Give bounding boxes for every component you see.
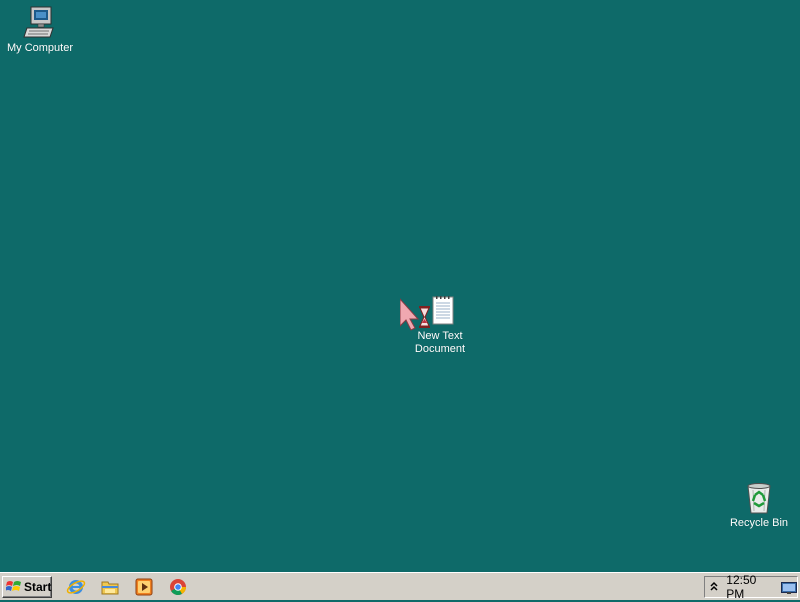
recycle-bin-shortcut[interactable]: Recycle Bin xyxy=(719,481,799,530)
system-tray: 12:50 PM xyxy=(704,573,798,601)
file-explorer-icon[interactable] xyxy=(100,577,120,597)
new-text-document-label: New Text Document xyxy=(400,330,480,356)
start-label: Start xyxy=(24,580,52,594)
desktop[interactable]: My Computer New Text Document Recycle Bi… xyxy=(0,0,800,572)
network-icon[interactable] xyxy=(781,581,797,594)
recycle-bin-icon xyxy=(742,481,776,515)
media-player-icon[interactable] xyxy=(134,577,154,597)
label-line-2: Document xyxy=(414,343,466,355)
computer-icon xyxy=(23,6,57,40)
clock[interactable]: 12:50 PM xyxy=(726,573,775,601)
windows-logo-icon xyxy=(5,580,22,594)
quick-launch-bar xyxy=(66,577,188,597)
my-computer-label: My Computer xyxy=(6,42,74,54)
busy-arrow-cursor-icon xyxy=(399,297,434,332)
chevron-up-icon[interactable] xyxy=(707,580,720,595)
internet-explorer-icon[interactable] xyxy=(66,577,86,597)
start-button[interactable]: Start xyxy=(2,576,52,598)
my-computer-shortcut[interactable]: My Computer xyxy=(0,6,80,55)
taskbar: Start 12:50 PM xyxy=(0,572,800,601)
chrome-icon[interactable] xyxy=(168,577,188,597)
recycle-bin-label: Recycle Bin xyxy=(729,517,789,529)
